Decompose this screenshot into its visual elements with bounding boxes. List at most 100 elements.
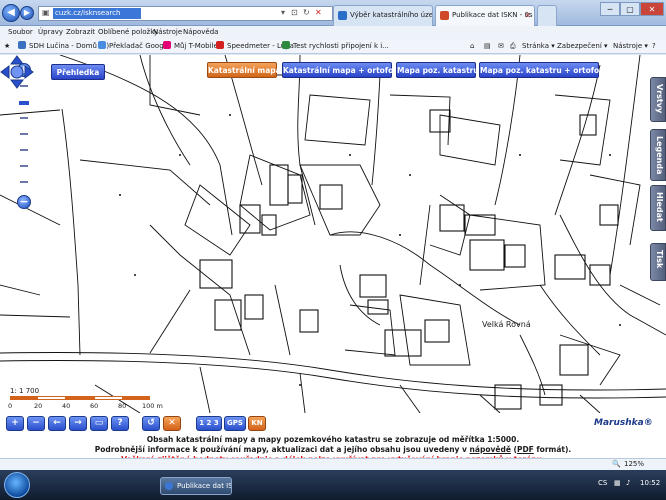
favorites-star-icon[interactable]: ★: [4, 41, 10, 52]
zoom-out-button[interactable]: −: [17, 195, 31, 209]
kn-button[interactable]: KN: [248, 416, 266, 431]
previous-view-button[interactable]: ←: [48, 416, 66, 431]
layer-land-cadastre-ortho[interactable]: Mapa poz. katastru + ortofoto: [479, 62, 608, 78]
zoom-in-tool-button[interactable]: +: [6, 416, 24, 431]
help-link[interactable]: nápovědě: [470, 445, 511, 454]
favorites-bar: ★ SDH Lučina - Domů (2) Překladač Google…: [0, 39, 666, 54]
tab-print-label: Tisk: [655, 250, 664, 269]
menu-view[interactable]: Zobrazit: [66, 27, 95, 38]
menu-edit[interactable]: Úpravy: [38, 27, 63, 38]
menu-file[interactable]: Soubor: [8, 27, 33, 38]
tab-legend-label: Legenda: [655, 136, 664, 175]
help-icon[interactable]: ?: [652, 41, 656, 52]
close-tab-icon[interactable]: ✕: [524, 6, 531, 25]
tab-label: Publikace dat ISKN - 0s :484...: [452, 11, 534, 19]
info-tool-button[interactable]: ?: [111, 416, 129, 431]
zoom-level-tick[interactable]: [20, 117, 28, 119]
next-view-button[interactable]: →: [69, 416, 87, 431]
mail-icon[interactable]: ✉: [498, 41, 504, 52]
menu-tools[interactable]: Nástroje: [153, 27, 182, 38]
taskbar-window[interactable]: Publikace dat ISKN - ...: [160, 477, 232, 495]
tab-legend[interactable]: Legenda: [650, 129, 666, 181]
forward-button[interactable]: ▶: [20, 6, 34, 20]
tab-cadastral-area[interactable]: Výběr katastrálního území | Na...: [333, 5, 433, 26]
address-bar[interactable]: ▣ cuzk.cz/isknsearch ▾ ⊡ ↻ ✕: [38, 6, 333, 21]
overview-button[interactable]: Přehledka: [51, 64, 105, 80]
network-icon[interactable]: ▦: [614, 479, 621, 487]
toolbar-page[interactable]: Stránka ▾: [522, 41, 555, 52]
toolbar-security[interactable]: Zabezpečení ▾: [557, 41, 608, 52]
pan-control-icon[interactable]: [0, 55, 34, 89]
maximize-button[interactable]: ▢: [620, 2, 640, 16]
zoom-out-tool-button[interactable]: −: [27, 416, 45, 431]
tab-iskn[interactable]: Publikace dat ISKN - 0s :484... ✕: [435, 5, 535, 26]
layer-land-cadastre[interactable]: Mapa poz. katastru: [396, 62, 479, 78]
volume-icon[interactable]: ♪: [626, 479, 630, 487]
toolbar-tools[interactable]: Nástroje ▾: [613, 41, 648, 52]
measure-button[interactable]: 1 2 3: [196, 416, 222, 431]
map-toolbar: + − ← → ▭ ? ↺ ✕ 1 2 3 GPS KN Marushka®: [0, 414, 666, 434]
new-tab-button[interactable]: [537, 5, 557, 26]
scale-label: 80: [118, 402, 127, 410]
place-name-label: Velká Rovná: [482, 320, 531, 329]
clear-button[interactable]: ✕: [163, 416, 181, 431]
tab-print[interactable]: Tisk: [650, 243, 666, 281]
zoom-level-tick[interactable]: [20, 181, 28, 183]
fav-label: Test rychlosti připojení k i...: [293, 42, 389, 50]
info-text: formát).: [533, 445, 572, 454]
gps-button[interactable]: GPS: [224, 416, 246, 431]
zoom-window-button[interactable]: ▭: [90, 416, 108, 431]
fav-icon: [216, 41, 224, 49]
language-indicator[interactable]: CS: [598, 479, 607, 487]
fav-label: Můj T-Mobile: [174, 42, 218, 50]
tab-search[interactable]: Hledat: [650, 185, 666, 231]
zoom-level-tick[interactable]: [20, 149, 28, 151]
back-button[interactable]: ◀: [2, 4, 20, 22]
system-tray: CS ▦ ♪ 10:52: [596, 470, 666, 500]
scale-ratio: 1: 1 700: [10, 387, 40, 395]
scale-label: 20: [34, 402, 43, 410]
refresh-map-button[interactable]: ↺: [142, 416, 160, 431]
fav-sdh-lucina[interactable]: SDH Lučina - Domů (2): [18, 41, 109, 52]
minimize-button[interactable]: ─: [600, 2, 620, 16]
zoom-level-tick[interactable]: [20, 133, 28, 135]
layer-cadastral-ortho[interactable]: Katastrální mapa + ortofoto: [282, 62, 402, 78]
fav-t-mobile[interactable]: Můj T-Mobile: [163, 41, 218, 52]
scale-label: 0: [8, 402, 13, 410]
fav-speed-test[interactable]: Test rychlosti připojení k i...: [282, 41, 389, 52]
feeds-icon[interactable]: ▤: [484, 41, 491, 52]
address-url[interactable]: cuzk.cz/isknsearch: [53, 8, 141, 19]
print-icon[interactable]: ⎙: [510, 41, 516, 52]
browser-icon: [165, 482, 173, 490]
browser-titlebar: ◀ ▶ ▣ cuzk.cz/isknsearch ▾ ⊡ ↻ ✕ Výběr k…: [0, 0, 666, 26]
tab-favicon: [440, 11, 449, 20]
cadastral-map[interactable]: Přehledka Katastrální mapa Katastrální m…: [0, 55, 666, 413]
zoom-level-tick[interactable]: [20, 165, 28, 167]
fav-google-translate[interactable]: Překladač Google: [98, 41, 170, 52]
close-window-button[interactable]: ✕: [640, 2, 664, 16]
tab-layers[interactable]: Vrstvy: [650, 77, 666, 122]
clock[interactable]: 10:52: [640, 479, 660, 487]
start-button[interactable]: [4, 472, 30, 498]
home-icon[interactable]: ⌂: [470, 41, 474, 52]
tab-label: Výběr katastrálního území | Na...: [350, 11, 433, 19]
fav-icon: [18, 41, 26, 49]
page-icon: ▣: [42, 8, 50, 17]
tab-favicon: [338, 11, 347, 20]
zoom-slider-handle[interactable]: [19, 101, 29, 105]
info-line-2: Podrobnější informace k používání mapy, …: [0, 445, 666, 455]
pdf-link[interactable]: PDF: [517, 445, 534, 454]
tab-search-label: Hledat: [655, 192, 664, 222]
menu-help[interactable]: Nápověda: [183, 27, 218, 38]
menu-favorites[interactable]: Oblíbené položky: [98, 27, 158, 38]
stop-icon[interactable]: ✕: [315, 8, 322, 17]
refresh-icon[interactable]: ↻: [303, 8, 310, 17]
scale-label: 60: [90, 402, 99, 410]
compatibility-icon[interactable]: ⊡: [291, 8, 298, 17]
search-dropdown-icon[interactable]: ▾: [281, 8, 285, 17]
tab-layers-label: Vrstvy: [655, 84, 664, 114]
zoom-icon[interactable]: 🔍: [612, 460, 621, 468]
zoom-level[interactable]: 125%: [624, 460, 644, 468]
layer-cadastral-map[interactable]: Katastrální mapa: [207, 62, 281, 78]
fav-icon: [163, 41, 171, 49]
